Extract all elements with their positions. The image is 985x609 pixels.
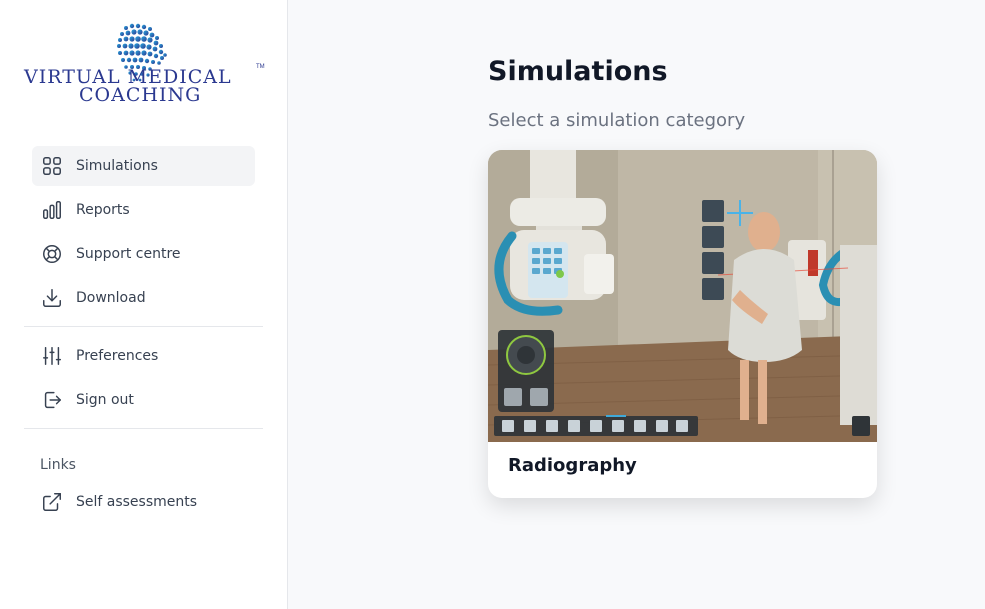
sidebar-item-simulations[interactable]: Simulations bbox=[32, 146, 255, 186]
sidebar-item-label: Support centre bbox=[76, 246, 181, 262]
sidebar-item-download[interactable]: Download bbox=[32, 278, 255, 318]
sidebar-divider bbox=[24, 326, 263, 327]
logo-trademark: TM bbox=[256, 64, 265, 70]
external-link-icon bbox=[40, 490, 64, 514]
virtual-medical-coaching-logo[interactable]: VIRTUAL MEDICAL COACHING TM bbox=[22, 22, 267, 106]
radiography-simulation-image bbox=[488, 150, 877, 442]
sliders-icon bbox=[40, 344, 64, 368]
sidebar-item-reports[interactable]: Reports bbox=[32, 190, 255, 230]
sidebar-item-label: Self assessments bbox=[76, 494, 198, 510]
links-nav: Self assessments bbox=[32, 482, 255, 526]
links-heading: Links bbox=[40, 457, 76, 473]
bar-chart-icon bbox=[40, 198, 64, 222]
sidebar-item-label: Simulations bbox=[76, 158, 158, 174]
logo-line-2: COACHING bbox=[79, 84, 202, 106]
grid-icon bbox=[40, 154, 64, 178]
secondary-nav: Preferences Sign out bbox=[32, 336, 255, 424]
primary-nav: Simulations Reports Support centre Downl… bbox=[32, 146, 255, 322]
sidebar-divider bbox=[24, 428, 263, 429]
page-title: Simulations bbox=[488, 56, 668, 87]
sidebar-item-self-assessments[interactable]: Self assessments bbox=[32, 482, 255, 522]
sidebar-item-support-centre[interactable]: Support centre bbox=[32, 234, 255, 274]
lifebuoy-icon bbox=[40, 242, 64, 266]
simulation-card-radiography[interactable]: Radiography bbox=[488, 150, 877, 498]
sidebar-item-label: Sign out bbox=[76, 392, 134, 408]
sidebar-item-label: Reports bbox=[76, 202, 130, 218]
sidebar-item-sign-out[interactable]: Sign out bbox=[32, 380, 255, 420]
card-title: Radiography bbox=[508, 455, 637, 476]
download-icon bbox=[40, 286, 64, 310]
sign-out-icon bbox=[40, 388, 64, 412]
sidebar: VIRTUAL MEDICAL COACHING TM Simulations … bbox=[0, 0, 288, 609]
sidebar-item-preferences[interactable]: Preferences bbox=[32, 336, 255, 376]
sidebar-item-label: Download bbox=[76, 290, 146, 306]
page-subtitle: Select a simulation category bbox=[488, 110, 746, 131]
sidebar-item-label: Preferences bbox=[76, 348, 159, 364]
